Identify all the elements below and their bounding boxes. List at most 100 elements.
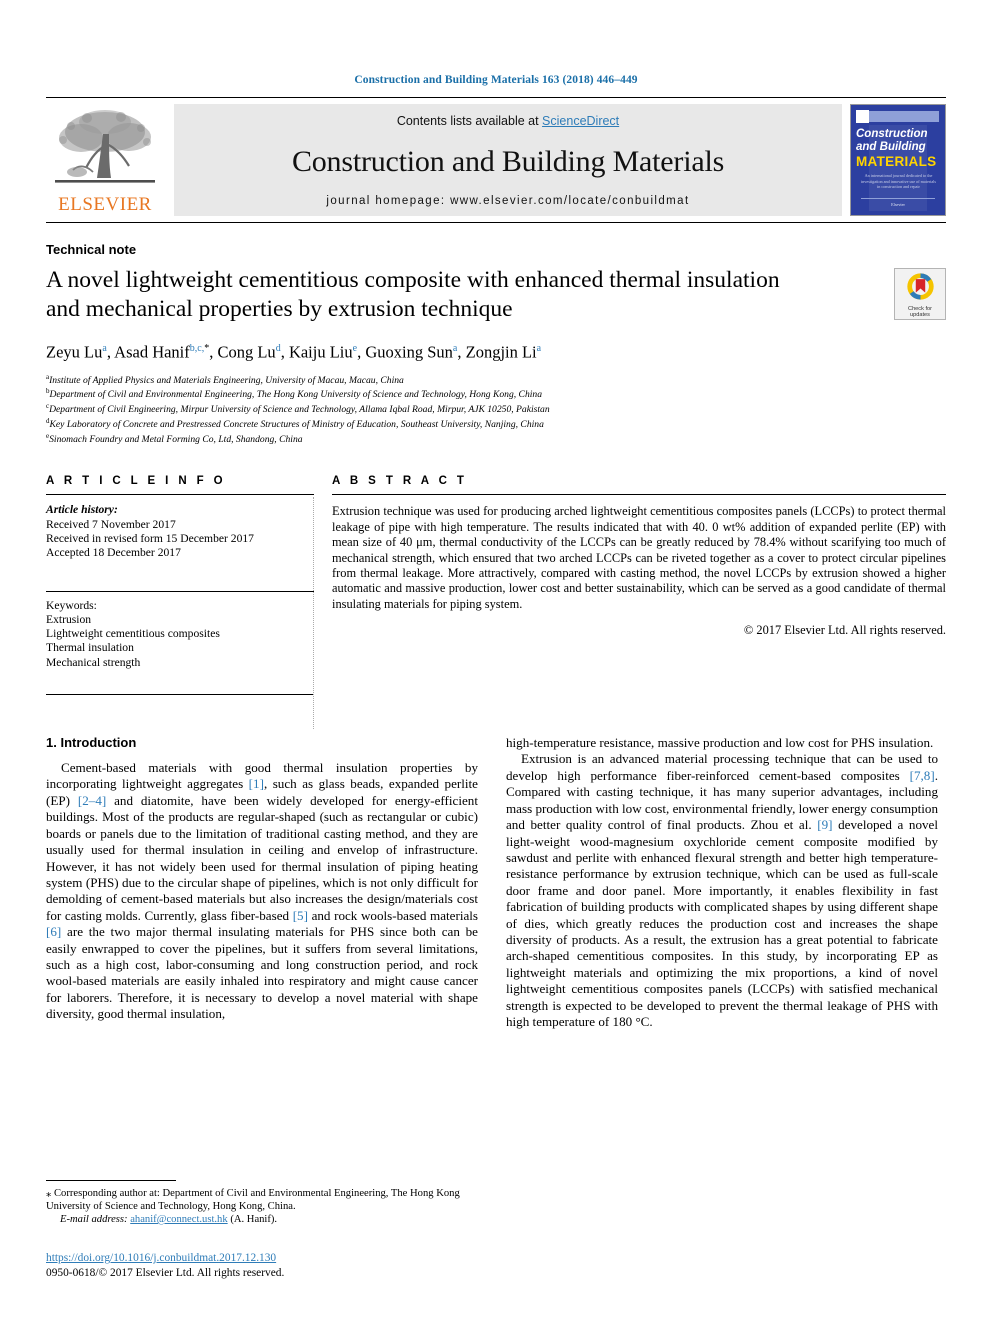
article-history-label: Article history: xyxy=(46,503,118,517)
abstract-rule xyxy=(332,494,946,496)
copyright-line: © 2017 Elsevier Ltd. All rights reserved… xyxy=(743,623,946,638)
keywords-rule xyxy=(46,590,314,592)
author-name: Kaiju Liu xyxy=(288,342,353,362)
cover-line2-text: and Building xyxy=(856,140,926,153)
author-name: Zeyu Lu xyxy=(46,342,103,362)
citation-link[interactable]: [9] xyxy=(817,817,832,832)
citation-link[interactable]: [5] xyxy=(293,908,308,923)
doi-link[interactable]: https://doi.org/10.1016/j.conbuildmat.20… xyxy=(46,1252,276,1264)
journal-masthead: ELSEVIER Contents lists available at Sci… xyxy=(46,97,946,223)
corresponding-author-note: ⁎ Corresponding author at: Department of… xyxy=(46,1187,478,1213)
affiliation-text: Department of Civil and Environmental En… xyxy=(49,389,543,401)
crossmark-line2: updates xyxy=(910,312,930,319)
doi-block: https://doi.org/10.1016/j.conbuildmat.20… xyxy=(46,1248,506,1279)
author-affiliation-mark: a xyxy=(452,343,458,354)
author-list: Zeyu Lua, Asad Hanifb,c,*, Cong Lud, Kai… xyxy=(46,342,542,362)
running-head: Construction and Building Materials 163 … xyxy=(354,74,638,86)
history-item: Received 7 November 2017 xyxy=(46,517,176,531)
keyword-item: Thermal insulation xyxy=(46,641,134,655)
affiliation-text: Institute of Applied Physics and Materia… xyxy=(49,374,404,386)
paragraph-left-1: Cement-based materials with good thermal… xyxy=(46,760,478,1022)
author-name: Asad Hanif xyxy=(114,342,190,362)
crossmark-badge[interactable]: Check for updates xyxy=(894,268,946,320)
journal-homepage-link[interactable]: journal homepage: www.elsevier.com/locat… xyxy=(326,195,689,207)
affiliation-text: Key Laboratory of Concrete and Prestress… xyxy=(49,419,544,431)
info-abstract-divider xyxy=(313,497,314,729)
author-name: Zongjin Li xyxy=(465,342,537,362)
contents-available-line: Contents lists available at ScienceDirec… xyxy=(397,114,619,128)
title-block: A novel lightweight cementitious composi… xyxy=(46,266,946,324)
body-columns: 1. Introduction Cement-based materials w… xyxy=(46,735,946,1030)
email-label: E-mail address: xyxy=(60,1214,128,1225)
keywords-list: Keywords: Extrusion Lightweight cementit… xyxy=(46,599,314,670)
article-info-rule xyxy=(46,494,314,496)
author-name: Guoxing Sun xyxy=(365,342,453,362)
journal-band: Contents lists available at ScienceDirec… xyxy=(174,104,842,216)
author-affiliation-mark: a xyxy=(102,343,107,354)
author-affiliation-mark: b,c, xyxy=(189,343,205,354)
article-type-label: Technical note xyxy=(46,242,137,257)
crossmark-icon xyxy=(906,273,934,305)
keyword-item: Lightweight cementitious composites xyxy=(46,627,220,641)
crossmark-line1: Check for xyxy=(908,306,932,312)
citation-link[interactable]: [6] xyxy=(46,924,61,939)
affiliation-item: aInstitute of Applied Physics and Materi… xyxy=(46,372,946,387)
keywords-label: Keywords: xyxy=(46,598,97,612)
journal-cover-thumbnail: Construction and Building MATERIALS An i… xyxy=(850,104,946,216)
abstract-heading: A B S T R A C T xyxy=(332,475,468,488)
author-affiliation-mark: d xyxy=(275,343,281,354)
corresponding-author-text: Corresponding author at: Department of C… xyxy=(46,1188,460,1212)
sciencedirect-link[interactable]: ScienceDirect xyxy=(542,114,619,128)
cover-top-bar xyxy=(857,111,939,122)
cover-elsevier-mark-icon xyxy=(856,110,869,123)
page-title: A novel lightweight cementitious composi… xyxy=(46,267,780,322)
affiliation-text: Department of Civil Engineering, Mirpur … xyxy=(49,404,550,416)
crossmark-label: Check for updates xyxy=(908,306,932,319)
elsevier-tree-icon xyxy=(53,106,157,194)
issn-copyright-line: 0950-0618/© 2017 Elsevier Ltd. All right… xyxy=(46,1267,285,1279)
section-heading-introduction: 1. Introduction xyxy=(46,735,137,751)
email-link[interactable]: ahanif@connect.ust.hk xyxy=(130,1214,227,1225)
author-name: Cong Lu xyxy=(217,342,276,362)
article-info-column: A R T I C L E I N F O Article history: R… xyxy=(46,475,314,696)
elsevier-logo: ELSEVIER xyxy=(46,104,164,216)
article-history: Article history: Received 7 November 201… xyxy=(46,503,314,560)
info-abstract-row: A R T I C L E I N F O Article history: R… xyxy=(46,475,946,696)
email-note: E-mail address: ahanif@connect.ust.hk (A… xyxy=(46,1213,478,1226)
email-attribution: (A. Hanif). xyxy=(230,1214,278,1225)
keyword-item: Extrusion xyxy=(46,612,92,626)
paragraph-right-1: high-temperature resistance, massive pro… xyxy=(506,735,934,751)
affiliation-list: aInstitute of Applied Physics and Materi… xyxy=(46,372,946,446)
affiliation-text: Sinomach Foundry and Metal Forming Co, L… xyxy=(49,433,303,445)
cover-line1-text: Construction xyxy=(856,128,928,140)
cover-footer: Elsevier xyxy=(861,198,935,207)
citation-link[interactable]: [2–4] xyxy=(78,793,106,808)
paragraph-right-2: Extrusion is an advanced material proces… xyxy=(506,751,939,1029)
abstract-column: A B S T R A C T Extrusion technique was … xyxy=(314,475,946,695)
contents-prefix: Contents lists available at xyxy=(396,114,543,128)
history-item: Received in revised form 15 December 201… xyxy=(46,532,254,545)
keywords-block: Keywords: Extrusion Lightweight cementit… xyxy=(46,590,314,670)
affiliation-item: eSinomach Foundry and Metal Forming Co, … xyxy=(46,431,946,446)
journal-title: Construction and Building Materials xyxy=(291,144,725,178)
article-info-heading: A R T I C L E I N F O xyxy=(46,475,227,488)
elsevier-wordmark: ELSEVIER xyxy=(58,194,152,215)
footnote-rule xyxy=(46,1180,176,1181)
left-column: 1. Introduction Cement-based materials w… xyxy=(46,735,478,1030)
article-info-bottom-rule xyxy=(46,694,314,696)
paper-page: Construction and Building Materials 163 … xyxy=(0,0,992,1323)
citation-link[interactable]: [7,8] xyxy=(910,768,935,783)
affiliation-item: dKey Laboratory of Concrete and Prestres… xyxy=(46,416,946,431)
affiliation-item: bDepartment of Civil and Environmental E… xyxy=(46,386,946,401)
cover-blurb: An international journal dedicated to th… xyxy=(861,173,937,190)
citation-link[interactable]: [1] xyxy=(249,776,264,791)
history-item: Accepted 18 December 2017 xyxy=(46,546,181,560)
affiliation-item: cDepartment of Civil Engineering, Mirpur… xyxy=(46,401,946,416)
abstract-text: Extrusion technique was used for produci… xyxy=(332,504,946,611)
footnote-block: ⁎ Corresponding author at: Department of… xyxy=(46,1180,478,1226)
right-column: high-temperature resistance, massive pro… xyxy=(506,735,938,1030)
cover-title-line1: Construction and Building xyxy=(856,128,941,153)
corresponding-author-mark: * xyxy=(204,343,210,354)
author-affiliation-mark: e xyxy=(352,343,358,354)
author-affiliation-mark: a xyxy=(536,343,542,354)
